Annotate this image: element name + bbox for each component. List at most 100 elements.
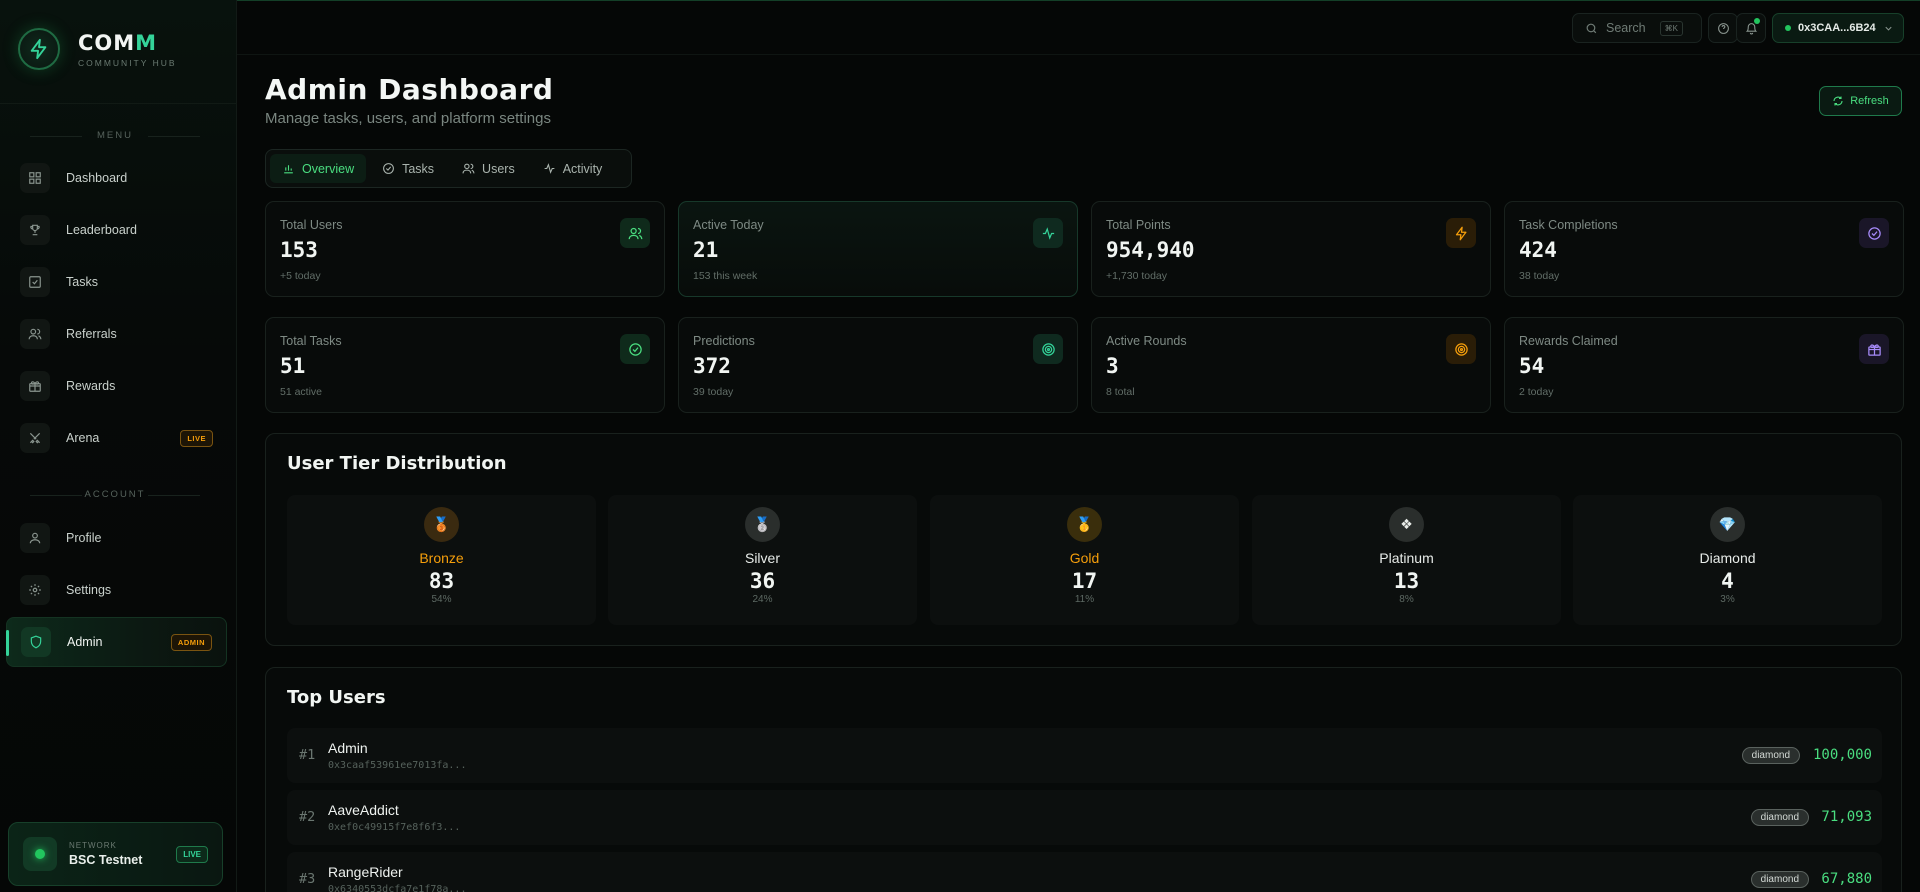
stat-card-predictions[interactable]: Predictions 372 39 today <box>678 317 1078 413</box>
user-points: 67,880 <box>1821 871 1872 887</box>
tier-name: Platinum <box>1379 550 1434 566</box>
network-status[interactable]: NETWORK BSC Testnet LIVE <box>8 822 223 886</box>
users-icon <box>620 218 650 248</box>
medal-gold-icon: 🥇 <box>1067 507 1102 542</box>
account-section-label: ACCOUNT <box>0 489 230 500</box>
tab-label: Tasks <box>402 161 435 176</box>
notification-dot <box>1754 18 1760 24</box>
stat-value: 153 <box>280 238 318 262</box>
check-circle-icon <box>383 163 395 174</box>
stat-card-active-rounds[interactable]: Active Rounds 3 8 total <box>1091 317 1491 413</box>
stat-card-total-users[interactable]: Total Users 153 +5 today <box>265 201 665 297</box>
sidebar-item-label: Profile <box>66 531 102 545</box>
sidebar-item-arena[interactable]: Arena LIVE <box>6 413 227 463</box>
table-row[interactable]: #2 AaveAddict 0xef0c49915f7e8f6f3... dia… <box>287 790 1882 845</box>
stat-label: Task Completions <box>1519 218 1618 232</box>
live-badge: LIVE <box>180 429 213 447</box>
table-row[interactable]: #1 Admin 0x3caaf53961ee7013fa... diamond… <box>287 728 1882 783</box>
tab-users[interactable]: Users <box>450 154 527 183</box>
refresh-button[interactable]: Refresh <box>1819 86 1902 116</box>
tier-card-platinum[interactable]: ❖ Platinum 13 8% <box>1252 495 1561 625</box>
check-circle-icon <box>1859 218 1889 248</box>
tier-name: Bronze <box>419 550 464 566</box>
sidebar-item-admin[interactable]: Admin ADMIN <box>6 617 227 667</box>
grid-icon <box>20 163 50 193</box>
topbar: Search ⌘K 0x3CAA...6B24 <box>237 0 1920 55</box>
sidebar-item-rewards[interactable]: Rewards <box>6 361 227 411</box>
panel-title: Top Users <box>287 687 386 708</box>
user-rank: #1 <box>299 747 316 763</box>
stat-label: Active Rounds <box>1106 334 1187 348</box>
main-content: Admin Dashboard Manage tasks, users, and… <box>237 55 1920 892</box>
lightning-logo-icon <box>18 28 60 70</box>
stat-sub: 153 this week <box>693 270 758 282</box>
page-title: Admin Dashboard <box>265 73 554 106</box>
user-address: 0x3caaf53961ee7013fa... <box>328 760 467 771</box>
stat-sub: 39 today <box>693 386 734 398</box>
sidebar: COMM COMMUNITY HUB MENU Dashboard Leader… <box>0 0 237 892</box>
stat-value: 954,940 <box>1106 238 1195 262</box>
user-address: 0x6340553dcfa7e1f78a... <box>328 884 467 892</box>
tier-count: 13 <box>1393 569 1420 593</box>
page-subtitle: Manage tasks, users, and platform settin… <box>265 110 551 127</box>
gear-icon <box>20 575 50 605</box>
stat-card-active-today[interactable]: Active Today 21 153 this week <box>678 201 1078 297</box>
sidebar-item-settings[interactable]: Settings <box>6 565 227 615</box>
stat-card-rewards-claimed[interactable]: Rewards Claimed 54 2 today <box>1504 317 1904 413</box>
stat-sub: +5 today <box>280 270 321 282</box>
stat-label: Predictions <box>693 334 755 348</box>
stat-label: Total Points <box>1106 218 1171 232</box>
tab-label: Users <box>482 161 515 176</box>
brand[interactable]: COMM COMMUNITY HUB <box>18 28 177 70</box>
stat-value: 424 <box>1519 238 1557 262</box>
menu-section-label: MENU <box>0 130 230 141</box>
table-row[interactable]: #3 RangeRider 0x6340553dcfa7e1f78a... di… <box>287 852 1882 892</box>
tab-activity[interactable]: Activity <box>531 154 615 183</box>
diamond-shape-icon: ❖ <box>1389 507 1424 542</box>
search-placeholder: Search <box>1606 21 1646 35</box>
sidebar-item-leaderboard[interactable]: Leaderboard <box>6 205 227 255</box>
network-label: NETWORK <box>69 841 117 850</box>
sidebar-item-label: Referrals <box>66 327 117 341</box>
refresh-icon <box>1833 96 1843 106</box>
tier-badge: diamond <box>1750 871 1809 888</box>
user-points: 71,093 <box>1821 809 1872 825</box>
tier-name: Silver <box>744 550 780 566</box>
sidebar-item-profile[interactable]: Profile <box>6 513 227 563</box>
sidebar-item-tasks[interactable]: Tasks <box>6 257 227 307</box>
stat-value: 54 <box>1519 354 1545 378</box>
tier-card-gold[interactable]: 🥇 Gold 17 11% <box>930 495 1239 625</box>
network-name: BSC Testnet <box>69 853 143 867</box>
trophy-icon <box>20 215 50 245</box>
user-points: 100,000 <box>1812 747 1872 763</box>
sidebar-item-label: Tasks <box>66 275 98 289</box>
sidebar-item-dashboard[interactable]: Dashboard <box>6 153 227 203</box>
stat-value: 3 <box>1106 354 1119 378</box>
check-circle-icon <box>620 334 650 364</box>
search-button[interactable]: Search ⌘K <box>1572 13 1702 43</box>
tier-card-diamond[interactable]: 💎 Diamond 4 3% <box>1573 495 1882 625</box>
lightning-icon <box>1446 218 1476 248</box>
user-icon <box>20 523 50 553</box>
stat-card-total-points[interactable]: Total Points 954,940 +1,730 today <box>1091 201 1491 297</box>
search-icon <box>1586 23 1597 33</box>
tier-card-silver[interactable]: 🥈 Silver 36 24% <box>608 495 917 625</box>
user-address: 0xef0c49915f7e8f6f3... <box>328 822 461 833</box>
wallet-dropdown[interactable]: 0x3CAA...6B24 <box>1772 13 1904 43</box>
tab-overview[interactable]: Overview <box>270 154 367 183</box>
stat-sub: 8 total <box>1106 386 1135 398</box>
stat-card-task-completions[interactable]: Task Completions 424 38 today <box>1504 201 1904 297</box>
stat-card-total-tasks[interactable]: Total Tasks 51 51 active <box>265 317 665 413</box>
target-icon <box>1033 334 1063 364</box>
top-users-panel: Top Users #1 Admin 0x3caaf53961ee7013fa.… <box>265 667 1902 892</box>
medal-bronze-icon: 🥉 <box>424 507 459 542</box>
sidebar-item-referrals[interactable]: Referrals <box>6 309 227 359</box>
tier-badge: diamond <box>1750 809 1809 826</box>
medal-silver-icon: 🥈 <box>745 507 780 542</box>
stat-value: 21 <box>693 238 719 262</box>
tab-tasks[interactable]: Tasks <box>370 154 446 183</box>
brand-subtitle: COMMUNITY HUB <box>78 57 177 68</box>
tier-count: 83 <box>428 569 455 593</box>
notifications-button[interactable] <box>1736 13 1766 43</box>
tier-card-bronze[interactable]: 🥉 Bronze 83 54% <box>287 495 596 625</box>
